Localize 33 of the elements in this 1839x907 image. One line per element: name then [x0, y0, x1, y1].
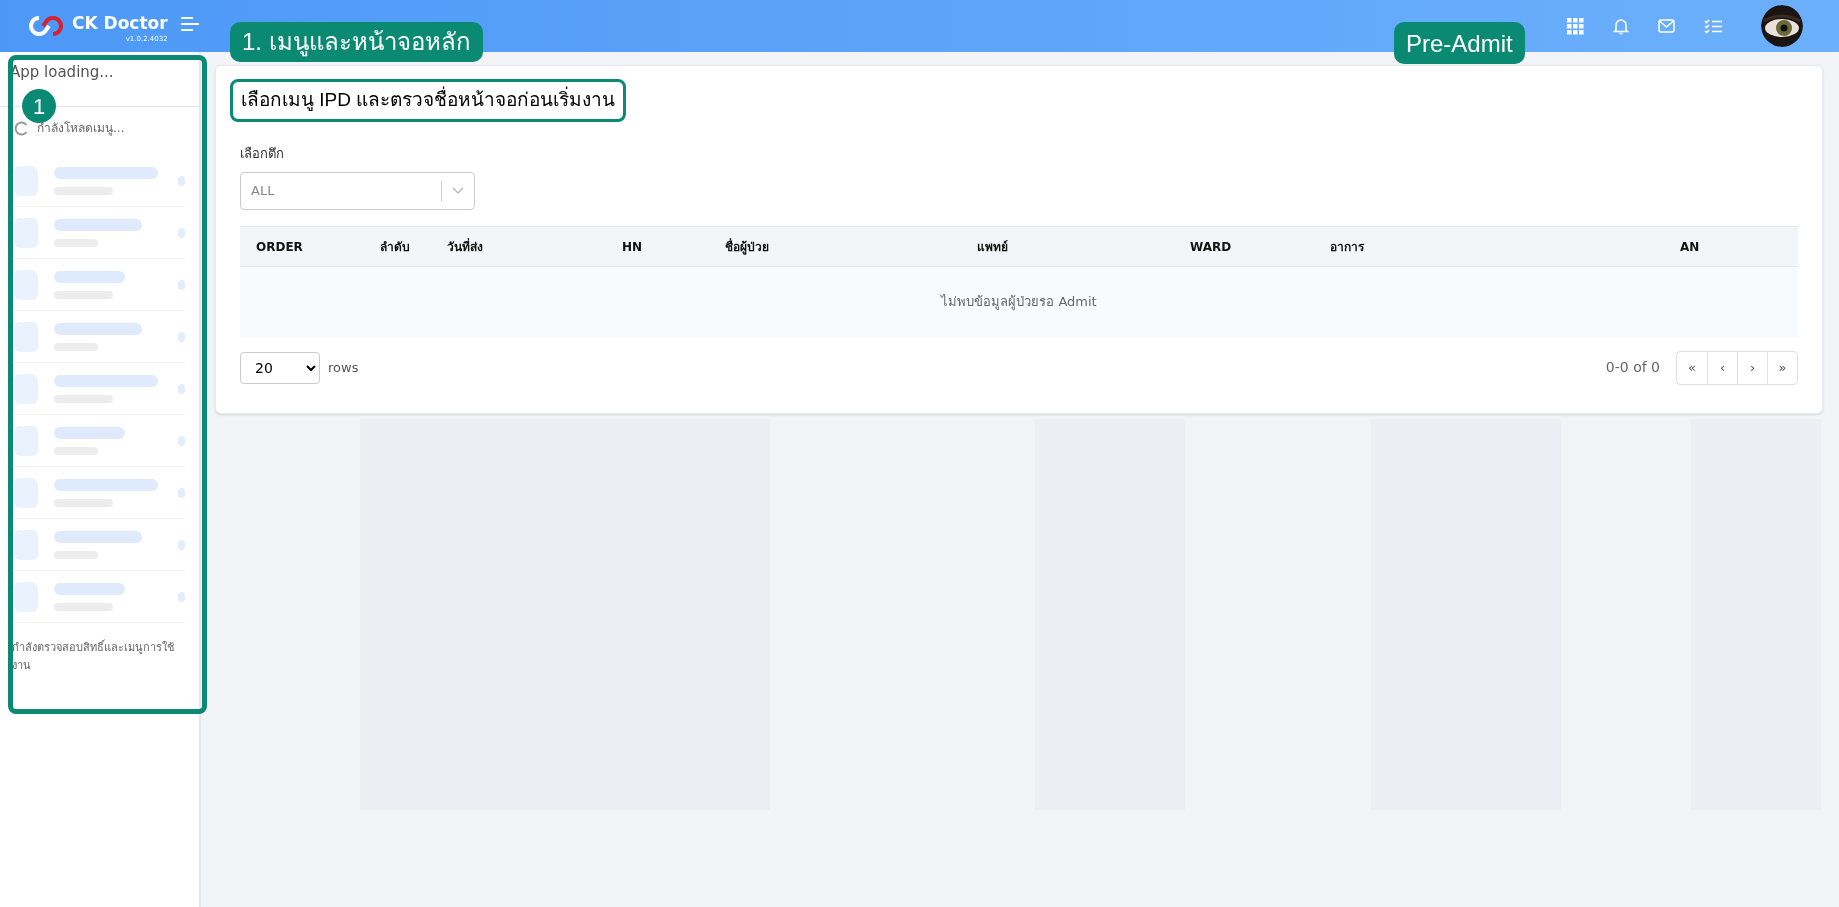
callout-outline: เลือกเมนู IPD และตรวจชื่อหน้าจอก่อนเริ่มงาน	[230, 79, 627, 122]
permission-check-text: กำลังตรวจสอบสิทธิ์และเมนูการใช้งาน	[11, 639, 175, 674]
column-header: ชื่อผู้ป่วย	[725, 240, 769, 254]
page-range: 0-0 of 0	[1605, 358, 1660, 377]
column-header: ORDER	[256, 240, 303, 254]
logo-icon	[28, 15, 64, 37]
loading-text: กำลังโหลดเมนู...	[37, 120, 125, 137]
page-size-select[interactable]: 20	[240, 351, 320, 384]
mail-icon[interactable]	[1658, 19, 1675, 33]
column-header: แพทย์	[977, 240, 1008, 254]
filter-label: เลือกตึก	[240, 145, 284, 163]
column-header: วันที่ส่ง	[447, 240, 483, 254]
page-button[interactable]: ›	[1737, 351, 1767, 384]
column-header: AN	[1680, 240, 1700, 254]
chevron-down-icon	[452, 186, 464, 195]
menu-icon[interactable]	[179, 17, 200, 31]
page-button[interactable]: «	[1677, 351, 1707, 384]
rows-label: rows	[328, 358, 359, 377]
empty-message: ไม่พบข้อมูลผู้ป่วยรอ Admit	[941, 292, 1097, 312]
column-header: ลำดับ	[380, 240, 410, 254]
notification-bell-icon[interactable]	[1613, 17, 1629, 35]
callout-label: 1. เมนูและหน้าจอหลัก	[230, 22, 483, 62]
page-button[interactable]: ‹	[1707, 351, 1737, 384]
apps-grid-icon[interactable]	[1567, 17, 1584, 35]
callout-label: Pre-Admit	[1394, 22, 1525, 64]
spinner-icon	[14, 120, 29, 136]
brand-name: CK Doctor	[72, 15, 168, 32]
column-header: อาการ	[1330, 240, 1364, 254]
column-header: WARD	[1190, 240, 1232, 254]
page-button[interactable]: »	[1767, 351, 1797, 384]
checklist-icon[interactable]	[1704, 18, 1722, 34]
column-header: HN	[622, 240, 643, 254]
ward-select[interactable]: ALL	[240, 171, 475, 210]
